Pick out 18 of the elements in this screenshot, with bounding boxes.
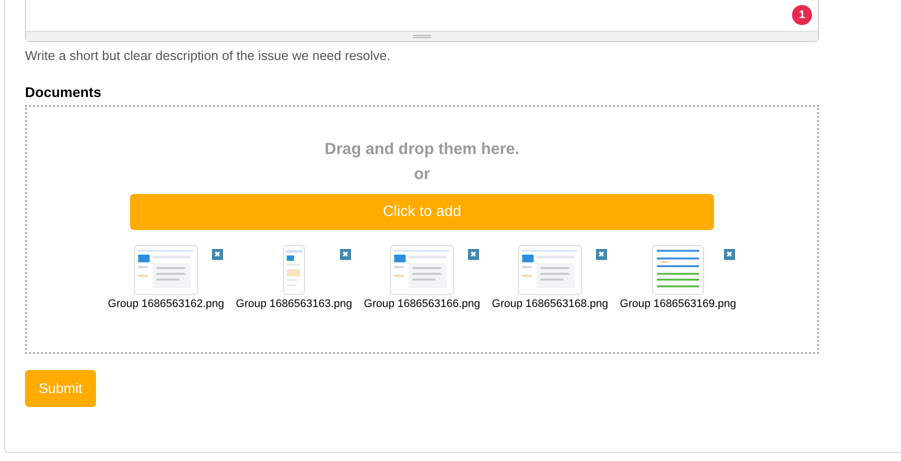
file-name: Group 1686563163.png [236, 297, 352, 311]
help-text: Write a short but clear description of the issue we need resolve. [25, 47, 392, 65]
drop-zone[interactable]: Drag and drop them here. or Click to add ✖ Group 1686563162.png ✖ Group 1686563163.png ✖ Group 1686563166.png ✖ Group 1686563168.png ✖ Group 1686563169.png [25, 105, 819, 354]
remove-button[interactable]: ✖ [212, 249, 223, 260]
remove-button[interactable]: ✖ [468, 249, 479, 260]
file-name: Group 1686563168.png [492, 297, 608, 311]
drop-text: Drag and drop them here. [324, 140, 520, 160]
documents-label: Documents [25, 83, 102, 101]
or-text: or [414, 165, 430, 185]
remove-button[interactable]: ✖ [596, 249, 607, 260]
remove-button[interactable]: ✖ [340, 249, 351, 260]
file-name: Group 1686563169.png [620, 297, 736, 311]
remove-button[interactable]: ✖ [724, 249, 735, 260]
file-name: Group 1686563162.png [108, 297, 224, 311]
description-field[interactable]: 1 [25, 0, 819, 42]
file-name: Group 1686563166.png [364, 297, 480, 311]
resize-handle[interactable] [26, 31, 818, 41]
count-badge: 1 [792, 5, 812, 25]
